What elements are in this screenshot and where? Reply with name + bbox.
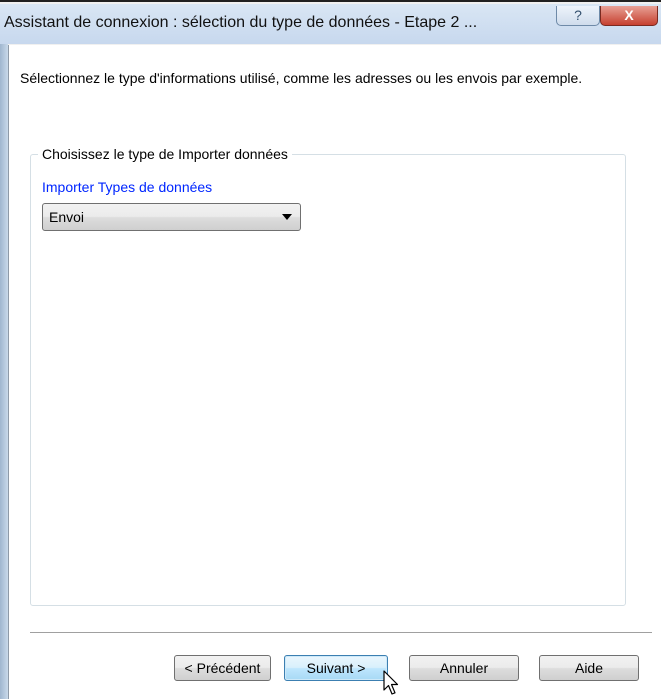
window-title: Assistant de connexion : sélection du ty… [4,14,478,31]
wizard-window: Assistant de connexion : sélection du ty… [0,0,661,699]
help-icon: ? [574,7,582,23]
import-data-type-select[interactable]: Envoi [42,203,301,231]
cancel-button[interactable]: Annuler [409,655,519,681]
next-button[interactable]: Suivant > [284,655,388,681]
mouse-pointer-icon [383,670,399,695]
import-data-types-label: Importer Types de données [42,179,213,195]
instruction-text: Sélectionnez le type d'informations util… [20,70,583,86]
footer-separator [30,632,652,634]
close-icon: X [624,7,634,23]
help-button[interactable]: Aide [539,655,639,681]
groupbox-legend: Choisissez le type de Importer données [38,146,292,162]
select-value: Envoi [49,209,85,225]
window-frame-edge [0,44,8,699]
previous-button[interactable]: < Précédent [174,655,271,681]
title-bar[interactable]: Assistant de connexion : sélection du ty… [0,4,661,44]
help-title-button[interactable]: ? [556,6,600,26]
close-button[interactable]: X [600,6,658,26]
chevron-down-icon[interactable] [282,214,292,220]
